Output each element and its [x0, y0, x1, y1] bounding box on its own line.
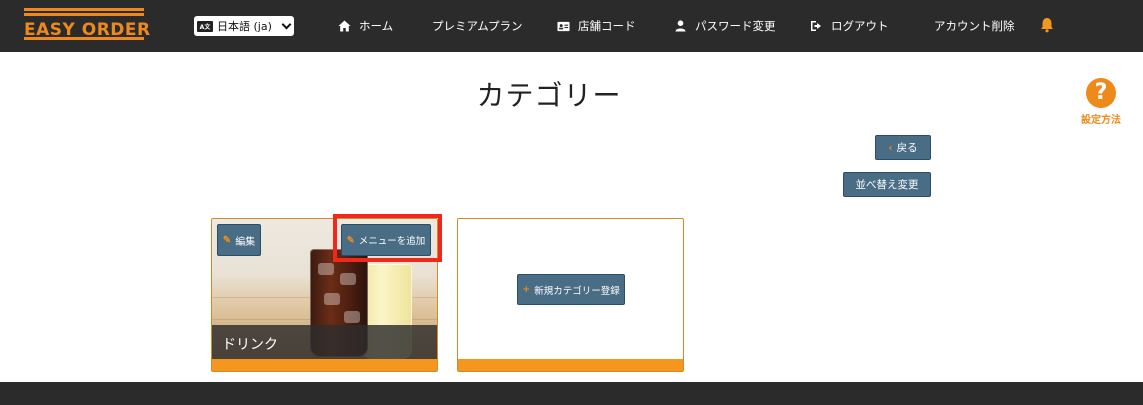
logo-stripe: [24, 13, 144, 16]
ice-cube: [340, 273, 356, 285]
edit-icon: ✎: [222, 234, 232, 246]
chevron-left-icon: ‹: [888, 141, 893, 154]
bell-icon[interactable]: [1040, 17, 1054, 33]
plus-icon: +: [522, 284, 531, 295]
category-card-new: + 新規カテゴリー登録: [457, 218, 684, 372]
footer-bar: [0, 382, 1143, 405]
home-icon: [338, 20, 351, 33]
language-select[interactable]: A文 日本語 (ja): [194, 16, 294, 36]
card-footer: [458, 359, 683, 371]
nav-premium-plan[interactable]: プレミアムプラン: [432, 17, 523, 35]
logout-icon: [810, 20, 823, 33]
category-name: ドリンク: [222, 337, 278, 353]
ice-cube: [344, 311, 360, 323]
edit-category-button-label: 編集: [235, 236, 256, 248]
highlight-box: [333, 214, 442, 262]
nav-logout[interactable]: ログアウト: [810, 17, 889, 35]
language-icon: A文: [197, 20, 213, 32]
logo-stripe: [24, 8, 144, 11]
nav-store-code-label: 店舗コード: [578, 19, 636, 33]
page-title: カテゴリー: [476, 79, 622, 112]
ice-cube: [318, 263, 334, 275]
nav-password-change-label: パスワード変更: [695, 19, 776, 33]
help-label: 設定方法: [1081, 115, 1121, 126]
easy-order-logo[interactable]: EASY ORDER: [24, 8, 150, 42]
question-circle-icon: ?: [1086, 78, 1116, 108]
nav-logout-label: ログアウト: [831, 19, 889, 33]
edit-category-button[interactable]: ✎ 編集: [217, 224, 261, 256]
new-category-button[interactable]: + 新規カテゴリー登録: [517, 274, 625, 305]
nav-password-change[interactable]: パスワード変更: [674, 17, 776, 35]
language-select-value: 日本語 (ja): [217, 20, 272, 33]
id-card-icon: [557, 20, 570, 33]
nav-home[interactable]: ホーム: [338, 17, 393, 35]
sort-change-button-label: 並べ替え変更: [855, 179, 919, 191]
back-button-label: 戻る: [896, 142, 918, 154]
top-navbar: EASY ORDER A文 日本語 (ja) ホーム プレミアムプラン 店舗コー…: [0, 0, 1143, 52]
back-button[interactable]: ‹ 戻る: [875, 135, 931, 160]
chevron-down-icon: [281, 19, 292, 30]
nav-account-delete-label: アカウント削除: [934, 19, 1015, 33]
new-category-button-label: 新規カテゴリー登録: [534, 285, 620, 297]
logo-text: EASY ORDER: [24, 20, 151, 40]
sort-change-button[interactable]: 並べ替え変更: [843, 172, 931, 197]
help-link[interactable]: ? 設定方法: [1078, 78, 1124, 126]
user-icon: [674, 20, 687, 33]
nav-home-label: ホーム: [359, 19, 394, 33]
card-footer: [212, 359, 437, 371]
nav-store-code[interactable]: 店舗コード: [557, 17, 636, 35]
nav-account-delete[interactable]: アカウント削除: [934, 17, 1015, 35]
ice-cube: [324, 293, 340, 305]
nav-premium-plan-label: プレミアムプラン: [432, 19, 523, 33]
